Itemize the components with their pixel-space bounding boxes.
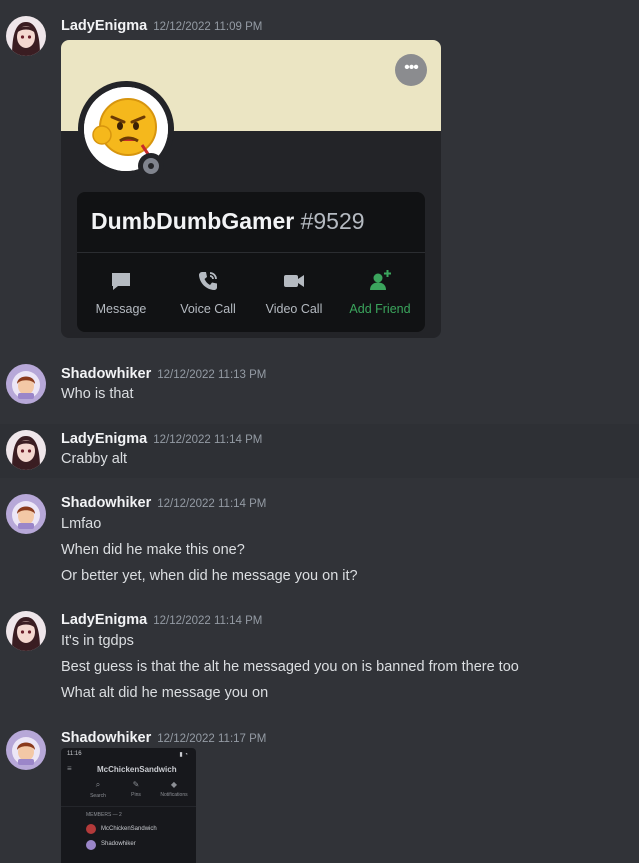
- username[interactable]: LadyEnigma: [61, 18, 147, 34]
- timestamp: 12/12/2022 11:13 PM: [157, 369, 267, 381]
- message-text: What alt did he message you on: [61, 685, 269, 701]
- timestamp: 12/12/2022 11:17 PM: [157, 733, 267, 745]
- add-friend-icon: [337, 268, 423, 294]
- message-group: LadyEnigma 12/12/2022 11:09 PM ••• DumbD…: [0, 0, 639, 345]
- avatar-shadowhiker[interactable]: [6, 730, 46, 770]
- profile-info-panel: DumbDumbGamer #9529 Message Voice Call V…: [77, 192, 425, 332]
- add-friend-label: Add Friend: [349, 302, 411, 316]
- message-label: Message: [95, 302, 147, 316]
- message-group: Shadowhiker 12/12/2022 11:14 PM Lmfao Whe…: [0, 484, 639, 594]
- divider: [77, 252, 425, 253]
- voice-call-label: Voice Call: [180, 302, 236, 316]
- attachment-notifications-tool: ◆ Notifications: [159, 780, 189, 798]
- username[interactable]: LadyEnigma: [61, 612, 147, 628]
- attachment-search-tool: ⌕ Search: [83, 780, 113, 799]
- voice-call-button[interactable]: Voice Call: [165, 268, 251, 316]
- avatar-shadowhiker[interactable]: [6, 364, 46, 404]
- username[interactable]: LadyEnigma: [61, 431, 147, 447]
- message-button[interactable]: Message: [78, 268, 164, 316]
- timestamp: 12/12/2022 11:09 PM: [153, 21, 263, 33]
- avatar-ladyenigma[interactable]: [6, 430, 46, 470]
- hamburger-icon: ≡: [67, 764, 72, 773]
- avatar-ladyenigma[interactable]: [6, 611, 46, 651]
- attachment-battery-icon: ▮ ◔: [179, 752, 188, 758]
- add-friend-button[interactable]: Add Friend: [337, 268, 423, 316]
- message-group: LadyEnigma 12/12/2022 11:14 PM Crabby alt: [0, 424, 639, 478]
- attachment-tool-label: Notifications: [160, 792, 188, 798]
- message-text: Or better yet, when did he message you o…: [61, 568, 358, 584]
- timestamp: 12/12/2022 11:14 PM: [153, 615, 263, 627]
- username[interactable]: Shadowhiker: [61, 495, 151, 511]
- message-text: Best guess is that the alt he messaged y…: [61, 659, 519, 675]
- attachment-tool-label: Pins: [131, 792, 141, 798]
- message-text: Who is that: [61, 386, 134, 402]
- profile-username: DumbDumbGamer: [91, 208, 295, 234]
- message-text: Lmfao: [61, 516, 102, 532]
- message-group: Shadowhiker 12/12/2022 11:13 PM Who is th…: [0, 355, 639, 410]
- message-text: When did he make this one?: [61, 542, 245, 558]
- attachment-member-name: McChickenSandwich: [101, 826, 157, 832]
- attachment-member-avatar: [86, 824, 96, 834]
- video-call-button[interactable]: Video Call: [251, 268, 337, 316]
- bell-icon: ◆: [170, 780, 178, 789]
- attachment-members-header: MEMBERS — 2: [86, 812, 122, 818]
- profile-name: DumbDumbGamer #9529: [91, 208, 365, 235]
- pin-icon: ✎: [132, 780, 140, 789]
- attachment-channel-title: McChickenSandwich: [97, 765, 177, 774]
- search-icon: ⌕: [95, 780, 101, 789]
- message-icon: [78, 268, 164, 294]
- video-call-icon: [251, 268, 337, 294]
- attachment-status-time: 11:16: [67, 751, 82, 757]
- attachment-member-avatar: [86, 840, 96, 850]
- divider: [61, 806, 196, 807]
- voice-call-icon: [165, 268, 251, 294]
- avatar-shadowhiker[interactable]: [6, 494, 46, 534]
- message-text: It's in tgdps: [61, 633, 134, 649]
- timestamp: 12/12/2022 11:14 PM: [157, 498, 267, 510]
- profile-discriminator: #9529: [300, 208, 365, 234]
- image-attachment[interactable]: 11:16 ▮ ◔ ≡ McChickenSandwich ⌕ Search ✎ P…: [61, 748, 196, 863]
- attachment-tool-label: Search: [90, 793, 106, 799]
- offline-status-icon: [138, 153, 164, 179]
- message-text: Crabby alt: [61, 451, 128, 467]
- avatar-ladyenigma[interactable]: [6, 16, 46, 56]
- attachment-pins-tool: ✎ Pins: [121, 780, 151, 798]
- message-group: LadyEnigma 12/12/2022 11:14 PM It's in tg…: [0, 602, 639, 712]
- attachment-member-name: Shadowhiker: [101, 841, 136, 847]
- video-call-label: Video Call: [265, 302, 323, 316]
- username[interactable]: Shadowhiker: [61, 730, 151, 746]
- username[interactable]: Shadowhiker: [61, 366, 151, 382]
- profile-card[interactable]: ••• DumbDumbGamer #9529 Message Voice Ca…: [61, 40, 441, 338]
- timestamp: 12/12/2022 11:14 PM: [153, 434, 263, 446]
- more-options-icon[interactable]: •••: [395, 54, 427, 86]
